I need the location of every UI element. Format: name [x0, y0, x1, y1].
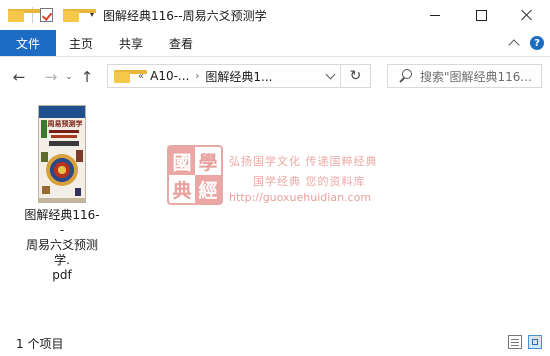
address-dropdown-chevron-icon[interactable] [325, 69, 336, 80]
pdf-thumbnail: 周易预测学 [38, 105, 86, 203]
file-item[interactable]: 周易预测学 图解经典116-- 周易六爻预测学. pdf [24, 105, 100, 283]
window-controls [412, 0, 550, 30]
tab-file[interactable]: 文件 [0, 30, 56, 56]
quick-access-toolbar: ▾ [0, 0, 97, 30]
folder-icon [114, 69, 147, 83]
search-input[interactable]: 搜索"图解经典116... [420, 68, 532, 85]
close-button[interactable] [504, 0, 550, 30]
file-name-line: pdf [52, 268, 72, 282]
maximize-icon [475, 9, 487, 21]
help-icon[interactable]: ? [530, 36, 544, 50]
address-bar[interactable]: « A10-... › 图解经典1... [107, 64, 341, 88]
minimize-icon [430, 14, 440, 16]
large-icons-view-icon[interactable] [528, 335, 542, 349]
file-name: 图解经典116-- 周易六爻预测学. pdf [24, 208, 100, 283]
breadcrumb-separator[interactable]: › [195, 71, 199, 82]
expand-ribbon-chevron-icon[interactable] [508, 39, 520, 51]
watermark: 國 學 典 經 弘扬国学文化 传递国粹经典 国学经典 您的资料库 http://… [167, 145, 397, 213]
forward-button[interactable]: → [40, 66, 62, 88]
breadcrumb-item[interactable]: 图解经典1... [205, 68, 272, 85]
thumbnail-title: 周易预测学 [47, 119, 83, 128]
file-list: 周易预测学 图解经典116-- 周易六爻预测学. pdf 國 學 典 經 弘扬国… [0, 97, 550, 330]
file-name-line: 周易六爻预测学. [25, 238, 98, 267]
details-view-icon[interactable] [508, 335, 522, 349]
file-name-line: 图解经典116-- [24, 208, 100, 237]
tab-share[interactable]: 共享 [106, 30, 156, 56]
navigation-bar: ← → ⌄ ↑ « A10-... › 图解经典1... ↻ 搜索"图解经典11… [0, 57, 550, 97]
watermark-tagline: 国学经典 您的资料库 [253, 175, 366, 188]
watermark-slogan: 弘扬国学文化 传递国粹经典 [229, 155, 378, 168]
tab-home[interactable]: 主页 [56, 30, 106, 56]
refresh-button[interactable]: ↻ [341, 64, 371, 88]
properties-check-icon[interactable] [39, 7, 55, 23]
folder-icon[interactable] [8, 7, 41, 23]
minimize-button[interactable] [412, 0, 458, 30]
status-bar: 1 个项目 [0, 330, 550, 356]
back-button[interactable]: ← [8, 66, 30, 88]
view-switcher [502, 335, 542, 349]
tab-view[interactable]: 查看 [156, 30, 206, 56]
ribbon-tabs: 文件 主页 共享 查看 ? [0, 30, 550, 57]
seal-logo: 國 學 典 經 [167, 145, 223, 205]
search-icon [398, 69, 412, 83]
recent-locations-chevron-icon[interactable]: ⌄ [62, 66, 76, 88]
new-folder-icon[interactable] [63, 7, 96, 23]
maximize-button[interactable] [458, 0, 504, 30]
title-bar: ▾ 图解经典116--周易六爻预测学 [0, 0, 550, 30]
close-icon [521, 9, 533, 21]
window-title: 图解经典116--周易六爻预测学 [103, 8, 267, 23]
search-box[interactable]: 搜索"图解经典116... [387, 64, 542, 88]
watermark-url: http://guoxuehuidian.com [229, 191, 372, 204]
item-count: 1 个项目 [16, 336, 64, 351]
breadcrumb-item[interactable]: A10-... [150, 69, 189, 83]
ribbon-right-controls: ? [508, 30, 544, 56]
up-button[interactable]: ↑ [76, 66, 98, 88]
